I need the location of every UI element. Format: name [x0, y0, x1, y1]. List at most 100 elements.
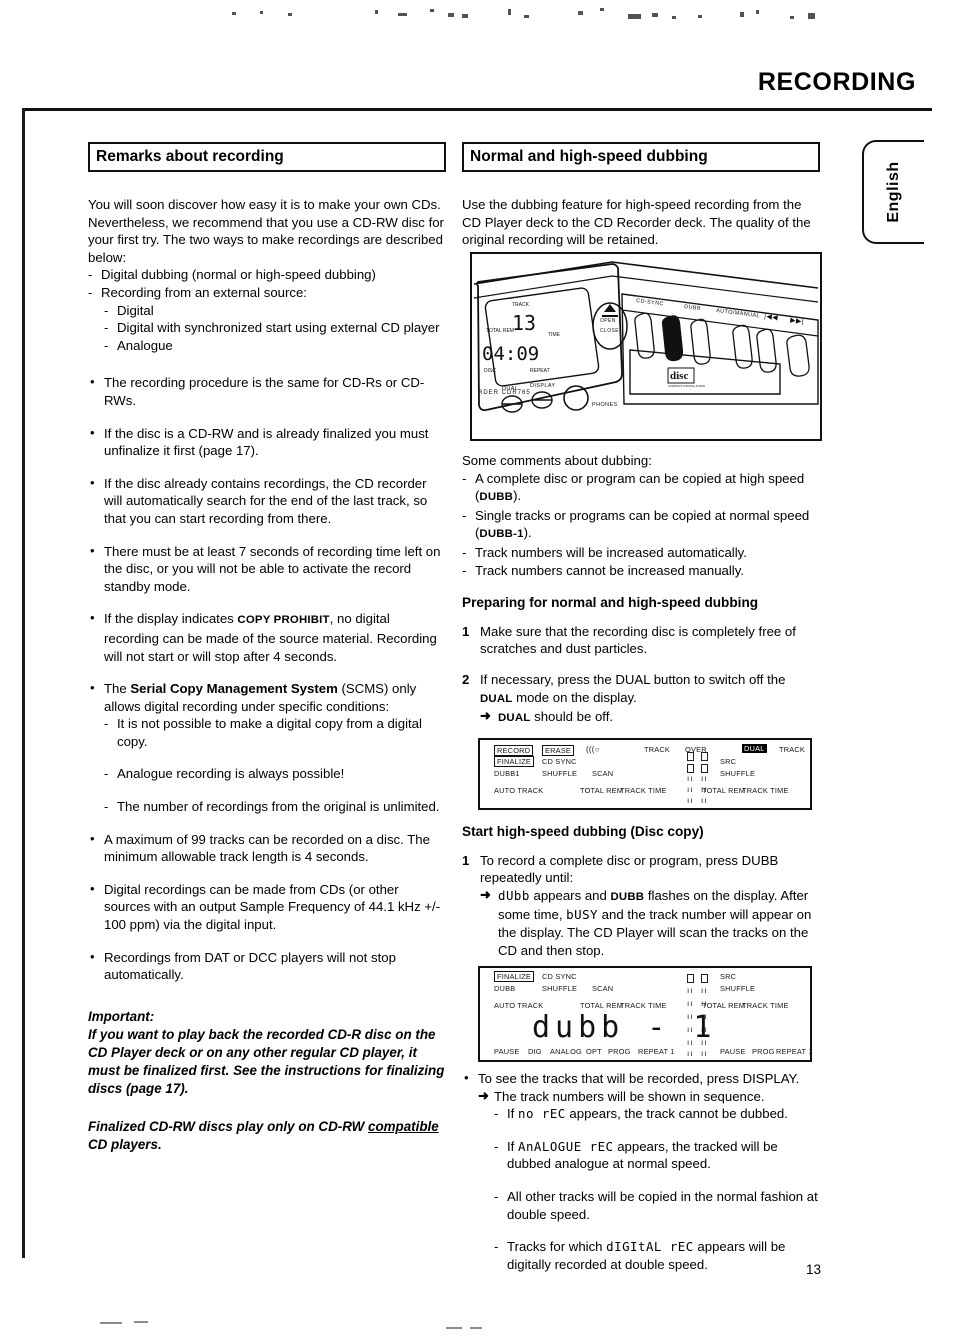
right-column-lower: Some comments about dubbing: A complete … [462, 452, 820, 741]
level-bar: ıı [701, 1012, 708, 1021]
list-item: There must be at least 7 seconds of reco… [88, 542, 446, 596]
list-item: Tracks for which dIGItAL rEC appears wil… [494, 1238, 820, 1273]
preparing-heading: Preparing for normal and high-speed dubb… [462, 595, 759, 611]
list-item: Analogue [104, 337, 446, 355]
svg-text:PHONES: PHONES [592, 402, 618, 408]
language-tab-label: English [885, 161, 902, 223]
scms-condition-list: It is not possible to make a digital cop… [104, 715, 446, 815]
display-bullet-list: To see the tracks that will be recorded,… [462, 1069, 820, 1273]
svg-text:CLOSE: CLOSE [600, 328, 619, 334]
list-item: If AnALOGUE rEC appears, the tracked wil… [494, 1138, 820, 1173]
page-title: RECORDING [757, 68, 916, 96]
left-margin-rule [22, 108, 25, 1258]
display-auto-track-indicator: AUTO TRACK [494, 786, 544, 795]
scan-noise [100, 1322, 122, 1324]
display-shuffle-indicator: SHUFFLE [542, 984, 578, 993]
list-item: Analogue recording is always possible! [104, 765, 446, 783]
display-repeat1-indicator: REPEAT 1 [638, 1047, 675, 1056]
step-text: Make sure that the recording disc is com… [480, 623, 796, 657]
svg-text:REPEAT: REPEAT [530, 368, 550, 374]
level-bar [701, 764, 708, 773]
scan-noise [578, 11, 583, 15]
scan-noise [398, 13, 407, 16]
display-cd-sync-indicator: CD SYNC [542, 972, 577, 981]
display-track-time-right: TRACK TIME [742, 1001, 789, 1010]
display-dual-indicator: DUAL [742, 744, 767, 753]
scms-bold-term: Serial Copy Management System [130, 681, 338, 697]
scan-noise [756, 10, 759, 14]
compatible-underline: compatible [368, 1118, 439, 1134]
display-track-label-left: TRACK [644, 745, 671, 754]
scan-noise [448, 13, 454, 17]
start-step-1: 1 To record a complete disc or program, … [462, 852, 820, 960]
seg-dubb-text: dUbb [498, 887, 530, 903]
display-scan-indicator: SCAN [592, 769, 614, 778]
text: A complete disc or program can be copied… [475, 470, 805, 504]
list-item: If the disc already contains recordings,… [88, 474, 446, 528]
scan-noise [698, 15, 702, 18]
step-text: To record a complete disc or program, pr… [480, 852, 779, 886]
dubb-button-highlight [661, 315, 684, 362]
level-bar [687, 764, 694, 773]
eject-triangle-icon [604, 304, 616, 312]
list-item: If the disc is a CD-RW and is already fi… [88, 424, 446, 460]
display-total-rem: TOTAL REM [580, 1001, 624, 1010]
dubb1-smallcaps: DUBB-1 [479, 528, 524, 541]
step-2: 2 If necessary, press the DUAL button to… [462, 671, 820, 728]
scan-noise [260, 11, 263, 14]
scan-noise [375, 10, 378, 14]
display-disc-icon: (((○ [586, 745, 600, 754]
scan-noise [134, 1321, 148, 1323]
display-dig-indicator: DIG [528, 1047, 542, 1056]
text: If [507, 1138, 518, 1154]
right-column: Normal and high-speed dubbing Use the du… [462, 142, 820, 249]
level-bar: ıı [701, 785, 708, 794]
display-shuffle-indicator: SHUFFLE [542, 769, 578, 778]
external-source-list: Digital Digital with synchronized start … [88, 302, 446, 355]
level-bar: ıı [687, 785, 694, 794]
list-item: The recording procedure is the same for … [88, 373, 446, 409]
text: appears and [529, 887, 611, 903]
display-record-indicator: RECORD [494, 745, 534, 756]
display-dubb1-indicator: DUBB1 [494, 769, 520, 778]
list-item: It is not possible to make a digital cop… [104, 715, 446, 750]
dubbing-comments-list: A complete disc or program can be copied… [462, 470, 820, 580]
right-intro-text: Use the dubbing feature for high-speed r… [462, 197, 811, 248]
list-item: Digital recordings can be made from CDs … [88, 880, 446, 934]
display-track-time: TRACK TIME [620, 1001, 667, 1010]
display-scan-indicator: SCAN [592, 984, 614, 993]
text: Finalized CD-RW discs play only on CD-RW [88, 1118, 368, 1134]
list-item: Track numbers cannot be increased manual… [462, 562, 820, 580]
left-intro-text: You will soon discover how easy it is to… [88, 197, 444, 265]
list-item: A maximum of 99 tracks can be recorded o… [88, 830, 446, 866]
start-dubbing-block: Start high-speed dubbing (Disc copy) 1 T… [462, 824, 820, 972]
level-bar: ıı [687, 796, 694, 805]
scan-noise [232, 12, 236, 15]
svg-text:|◀◀: |◀◀ [764, 313, 779, 322]
scan-noise [600, 8, 604, 11]
page-root: RECORDING English Remarks about recordin… [0, 0, 954, 1337]
display-track-time-right: TRACK TIME [742, 786, 789, 795]
display-result: The track numbers will be shown in seque… [478, 1087, 820, 1106]
svg-text:DUAL: DUAL [502, 386, 518, 392]
display-analog-indicator: ANALOG [550, 1047, 583, 1056]
seg-busy-text: bUSY [566, 907, 598, 923]
text: If [507, 1106, 518, 1122]
svg-text:TOTAL REM: TOTAL REM [486, 328, 514, 334]
level-bar: ıı [701, 986, 708, 995]
display-auto-track-indicator: AUTO TRACK [494, 1001, 544, 1010]
scan-noise [524, 15, 529, 18]
level-bar [701, 752, 708, 761]
section-heading-remarks: Remarks about recording [88, 142, 446, 173]
list-item: Track numbers will be increased automati… [462, 544, 820, 562]
scan-noise [808, 13, 815, 19]
dual-smallcaps: DUAL [498, 712, 531, 725]
list-item: To see the tracks that will be recorded,… [462, 1069, 820, 1273]
svg-text:DISC: DISC [484, 368, 496, 374]
text: ). [513, 488, 522, 504]
scan-noise [790, 16, 794, 19]
language-tab: English [862, 140, 924, 244]
list-item: The number of recordings from the origin… [104, 798, 446, 816]
text: The [104, 681, 131, 697]
display-prog-right: PROG [752, 1047, 775, 1056]
